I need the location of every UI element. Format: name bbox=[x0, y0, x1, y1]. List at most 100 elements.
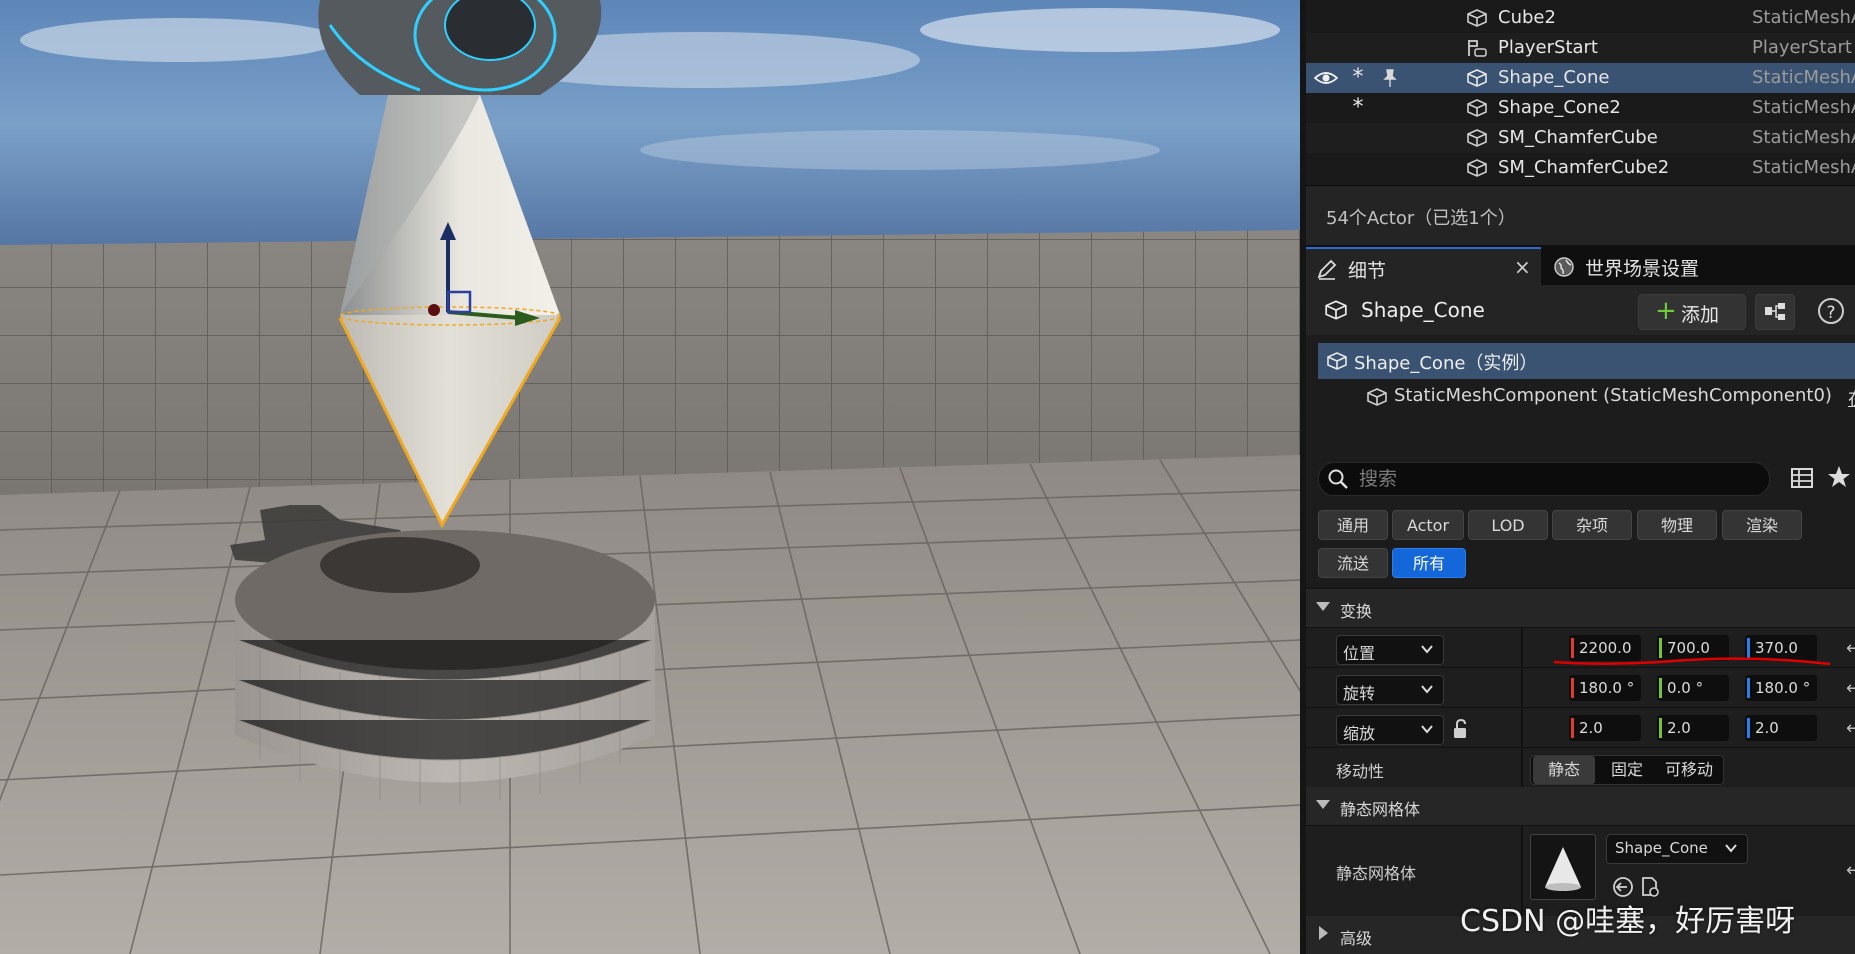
static-mesh-icon bbox=[1467, 9, 1487, 27]
static-mesh-icon bbox=[1467, 69, 1487, 87]
chevron-down-icon bbox=[1725, 844, 1737, 853]
component-edit-link[interactable]: 在 bbox=[1848, 385, 1855, 411]
location-label: 位置 bbox=[1343, 644, 1376, 663]
reset-arrow-icon[interactable]: ← bbox=[1846, 718, 1855, 739]
level-viewport[interactable] bbox=[0, 0, 1300, 954]
editor-side-panel: Cube2 StaticMeshA PlayerStart PlayerStar… bbox=[1300, 0, 1855, 954]
category-general[interactable]: 通用 bbox=[1318, 510, 1388, 540]
add-label: 添加 bbox=[1681, 304, 1720, 326]
column-divider[interactable] bbox=[1521, 628, 1523, 668]
watermark-text: CSDN @哇塞，好厉害呀 bbox=[1460, 904, 1796, 939]
outliner-row-shape-cone2[interactable]: * Shape_Cone2 StaticMeshA bbox=[1306, 93, 1855, 123]
rotation-z-value: 180.0 ° bbox=[1755, 679, 1811, 697]
y-axis-bar bbox=[1659, 718, 1662, 738]
search-input[interactable] bbox=[1357, 465, 1741, 493]
column-divider[interactable] bbox=[1521, 748, 1523, 788]
tab-details[interactable]: 细节 × bbox=[1306, 247, 1541, 287]
scale-x-value: 2.0 bbox=[1579, 719, 1603, 737]
use-selected-asset-icon[interactable] bbox=[1612, 876, 1634, 898]
player-start-icon bbox=[1468, 40, 1487, 57]
actor-name-label[interactable]: Shape_Cone bbox=[1361, 298, 1485, 322]
static-mesh-icon bbox=[1467, 129, 1487, 147]
rotation-z-field[interactable]: 180.0 ° bbox=[1745, 675, 1817, 701]
outliner-item-name: Shape_Cone2 bbox=[1498, 97, 1621, 118]
rotation-x-field[interactable]: 180.0 ° bbox=[1569, 675, 1641, 701]
rotation-mode-dropdown[interactable]: 旋转 bbox=[1336, 675, 1444, 705]
help-icon[interactable]: ? bbox=[1818, 298, 1844, 324]
property-row-mobility: 移动性 静态 固定 可移动 bbox=[1306, 747, 1855, 788]
reset-arrow-icon[interactable]: ← bbox=[1846, 860, 1855, 881]
section-transform-label: 变换 bbox=[1340, 602, 1373, 621]
outliner-row-playerstart[interactable]: PlayerStart PlayerStart bbox=[1306, 33, 1855, 63]
component-instance-label: Shape_Cone（实例） bbox=[1354, 353, 1538, 374]
category-streaming[interactable]: 流送 bbox=[1318, 548, 1388, 578]
chevron-down-icon bbox=[1421, 645, 1433, 654]
mobility-static-option[interactable]: 静态 bbox=[1533, 756, 1595, 784]
globe-icon bbox=[1554, 257, 1574, 277]
tab-world-settings-label: 世界场景设置 bbox=[1585, 258, 1700, 280]
category-actor[interactable]: Actor bbox=[1392, 510, 1464, 540]
scale-y-field[interactable]: 2.0 bbox=[1657, 715, 1729, 741]
search-icon bbox=[1328, 469, 1348, 489]
pin-icon[interactable] bbox=[1382, 68, 1398, 88]
component-row-staticmesh[interactable]: StaticMeshComponent (StaticMeshComponent… bbox=[1318, 379, 1855, 415]
section-static-mesh[interactable]: 静态网格体 bbox=[1306, 787, 1855, 825]
actor-count: 54个Actor（已选1个） bbox=[1326, 208, 1516, 229]
scale-z-value: 2.0 bbox=[1755, 719, 1779, 737]
outliner-row-cube2[interactable]: Cube2 StaticMeshA bbox=[1306, 3, 1855, 33]
unlock-icon[interactable] bbox=[1451, 718, 1471, 740]
section-transform[interactable]: 变换 bbox=[1306, 589, 1855, 627]
static-mesh-icon bbox=[1327, 352, 1347, 370]
outliner-item-type: StaticMeshA bbox=[1752, 157, 1855, 178]
mesh-thumbnail[interactable] bbox=[1530, 834, 1596, 900]
rotation-y-field[interactable]: 0.0 ° bbox=[1657, 675, 1729, 701]
category-physics[interactable]: 物理 bbox=[1637, 510, 1717, 540]
component-row-instance[interactable]: Shape_Cone（实例） bbox=[1318, 343, 1855, 379]
static-mesh-value: Shape_Cone bbox=[1615, 839, 1708, 857]
scale-z-field[interactable]: 2.0 bbox=[1745, 715, 1817, 741]
mobility-stationary-option[interactable]: 固定 bbox=[1597, 756, 1657, 784]
add-component-button[interactable]: + 添加 bbox=[1638, 294, 1746, 330]
scale-x-field[interactable]: 2.0 bbox=[1569, 715, 1641, 741]
star-icon[interactable] bbox=[1826, 464, 1852, 490]
rotation-label: 旋转 bbox=[1343, 684, 1376, 703]
category-rendering[interactable]: 渲染 bbox=[1722, 510, 1802, 540]
mobility-movable-option[interactable]: 可移动 bbox=[1657, 756, 1721, 784]
outliner-row-sm-chamfercube2[interactable]: SM_ChamferCube2 StaticMeshA bbox=[1306, 153, 1855, 183]
category-misc[interactable]: 杂项 bbox=[1552, 510, 1632, 540]
property-row-rotation: 旋转 180.0 ° 0.0 ° 180.0 ° ← bbox=[1306, 667, 1855, 708]
tab-world-settings[interactable]: 世界场景设置 bbox=[1543, 247, 1843, 285]
static-mesh-icon bbox=[1367, 388, 1387, 406]
z-axis-bar bbox=[1747, 718, 1750, 738]
close-icon[interactable]: × bbox=[1514, 255, 1531, 279]
column-divider[interactable] bbox=[1521, 668, 1523, 708]
static-mesh-icon bbox=[1467, 99, 1487, 117]
details-search-box[interactable] bbox=[1318, 462, 1770, 496]
world-outliner: Cube2 StaticMeshA PlayerStart PlayerStar… bbox=[1306, 0, 1855, 185]
property-row-scale: 缩放 2.0 2.0 2.0 ← bbox=[1306, 707, 1855, 748]
reset-arrow-icon[interactable]: ← bbox=[1846, 678, 1855, 699]
outliner-item-name: SM_ChamferCube2 bbox=[1498, 157, 1670, 178]
rotation-x-value: 180.0 ° bbox=[1579, 679, 1635, 697]
outliner-row-shape-cone[interactable]: * Shape_Cone StaticMeshA bbox=[1306, 63, 1855, 93]
property-row-location: 位置 2200.0 700.0 370.0 ← bbox=[1306, 627, 1855, 668]
viewport-scene bbox=[0, 0, 1300, 954]
table-view-icon[interactable] bbox=[1790, 466, 1814, 490]
section-static-mesh-label: 静态网格体 bbox=[1340, 800, 1421, 819]
visibility-eye-icon[interactable] bbox=[1314, 69, 1338, 87]
y-axis-bar bbox=[1659, 678, 1662, 698]
details-search-row bbox=[1306, 450, 1855, 510]
details-tab-bar: 细节 × 世界场景设置 bbox=[1306, 245, 1855, 287]
static-mesh-dropdown[interactable]: Shape_Cone bbox=[1606, 834, 1748, 864]
rotation-y-value: 0.0 ° bbox=[1667, 679, 1704, 697]
dirty-star-icon: * bbox=[1352, 95, 1364, 120]
column-divider[interactable] bbox=[1521, 708, 1523, 748]
blueprint-hierarchy-button[interactable] bbox=[1755, 294, 1795, 330]
component-tree: Shape_Cone（实例） StaticMeshComponent (Stat… bbox=[1306, 335, 1855, 450]
category-lod[interactable]: LOD bbox=[1468, 510, 1548, 540]
category-all[interactable]: 所有 bbox=[1392, 548, 1466, 578]
scale-mode-dropdown[interactable]: 缩放 bbox=[1336, 715, 1444, 745]
outliner-row-sm-chamfercube[interactable]: SM_ChamferCube StaticMeshA bbox=[1306, 123, 1855, 153]
reset-arrow-icon[interactable]: ← bbox=[1846, 638, 1855, 659]
location-mode-dropdown[interactable]: 位置 bbox=[1336, 635, 1444, 665]
